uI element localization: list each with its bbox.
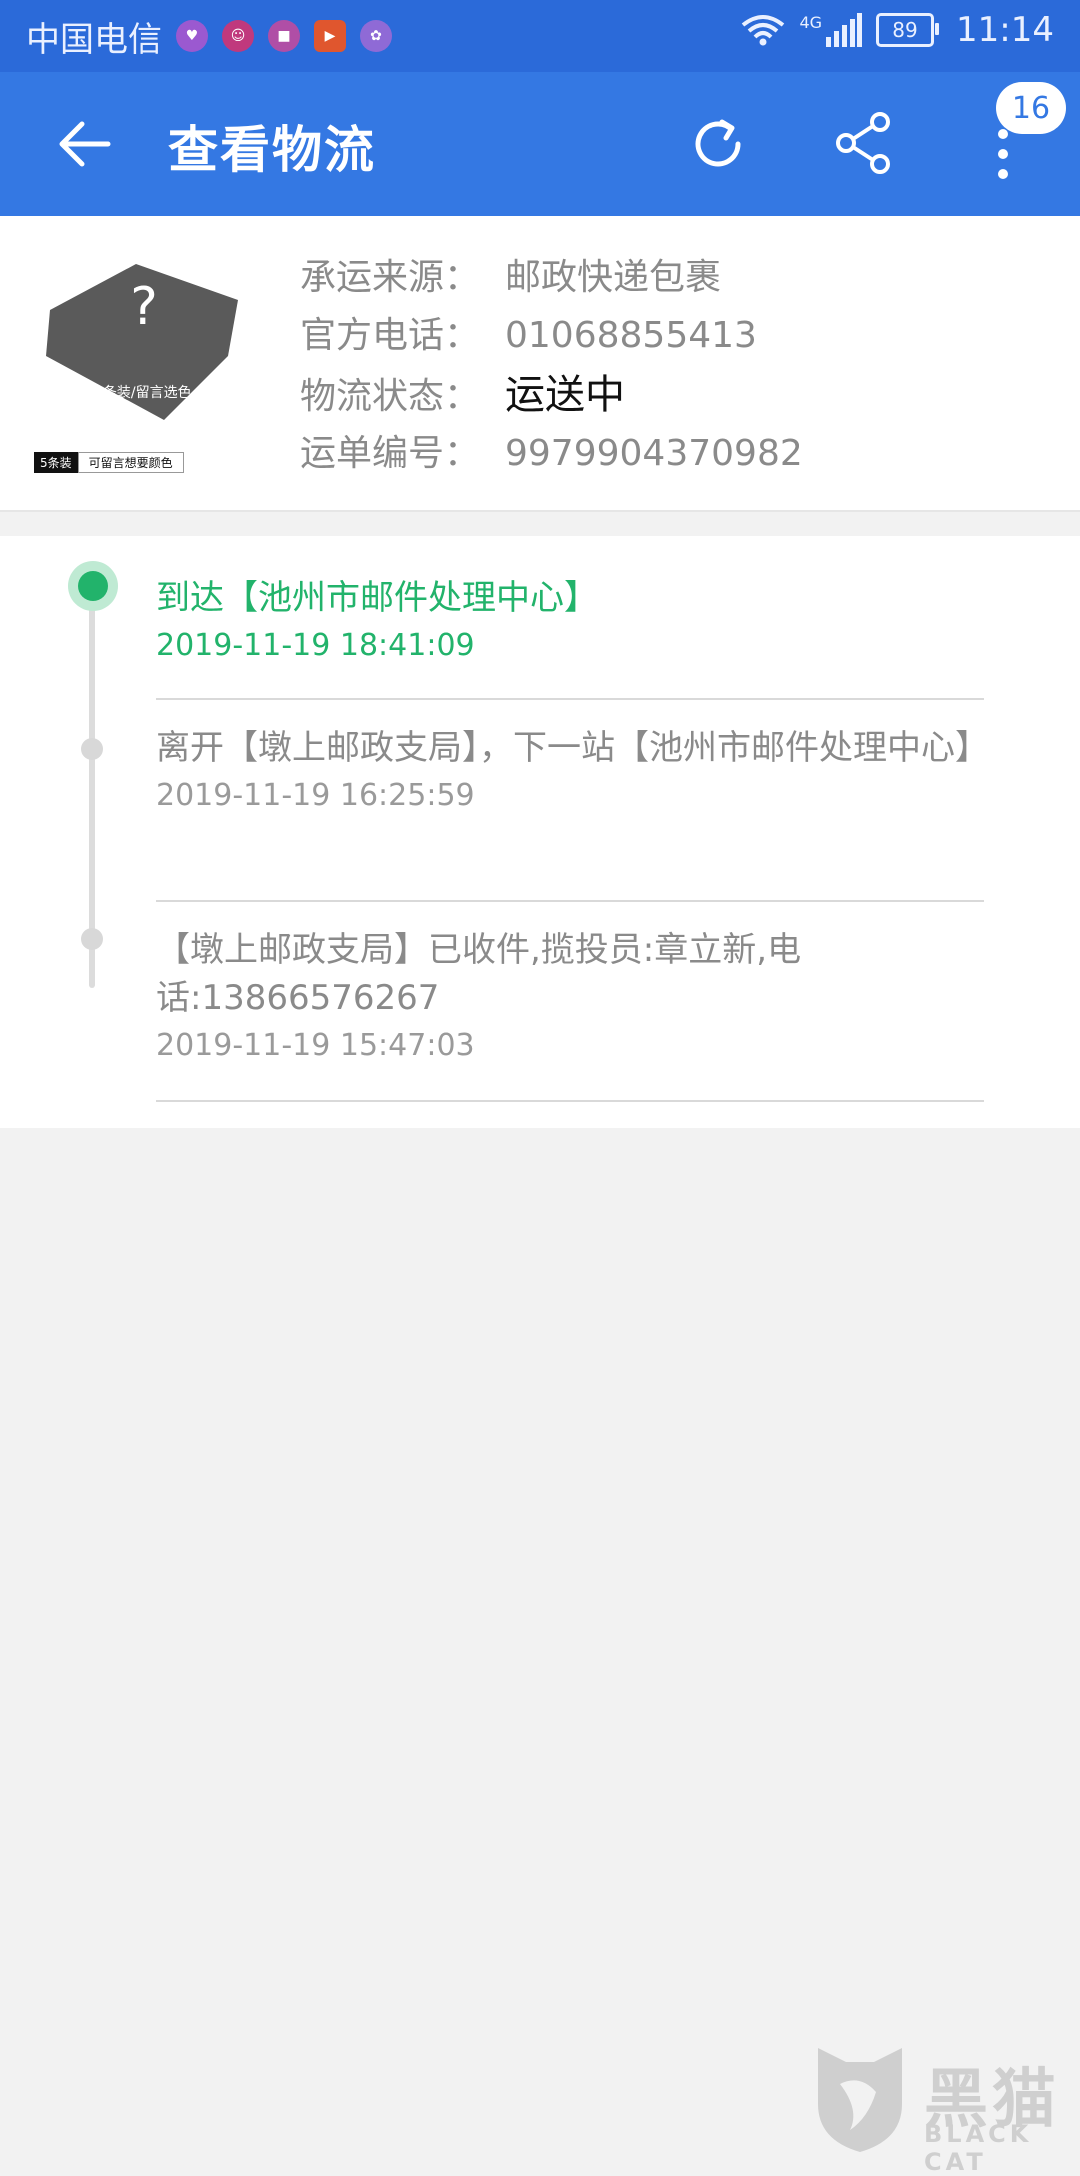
event-description: 【墩上邮政支局】已收件,揽投员:章立新,电话:13866576267 [156,930,802,1018]
event-time: 2019-11-19 15:47:03 [156,1028,475,1063]
event-divider [156,900,984,902]
app-icon-3: ■ [268,20,300,52]
notification-icons: ♥ ☺ ■ ▶ ✿ [176,20,392,52]
thumbnail-tag-left: 5条装 [34,452,78,473]
wifi-icon [742,15,785,46]
phone-row: 官方电话： 01068855413 [300,306,757,358]
status-value: 运送中 [505,372,625,418]
notification-badge[interactable]: 16 [996,82,1066,134]
app-icon-2: ☺ [222,20,254,52]
tracking-timeline: 到达【池州市邮件处理中心】 2019-11-19 18:41:09 离开【墩上邮… [0,536,1080,1128]
app-icon-5: ✿ [360,20,392,52]
tracking-event: 到达【池州市邮件处理中心】 2019-11-19 18:41:09 [156,574,984,663]
carrier-row: 承运来源： 邮政快递包裹 [300,248,721,300]
thumbnail-tag-right: 可留言想要颜色 [77,452,184,473]
product-thumbnail[interactable]: ? 5条装/留言选色 5条装 可留言想要颜色 [34,264,244,474]
blackcat-watermark: 黑猫 BLACK CAT [810,2044,1070,2176]
event-divider [156,1100,984,1102]
tracking-number-value[interactable]: 9979904370982 [505,433,803,474]
thumbnail-caption: 5条装/留言选色 [94,385,192,401]
thumbnail-tags: 5条装 可留言想要颜色 [34,452,184,473]
event-time: 2019-11-19 18:41:09 [156,628,475,663]
network-type: 4G [799,12,823,32]
carrier-value: 邮政快递包裹 [505,257,722,298]
event-time: 2019-11-19 16:25:59 [156,778,475,813]
battery-icon: 89 [876,13,940,47]
carrier-name: 中国电信 [26,20,162,60]
tracking-number-label: 运单编号： [300,433,481,474]
signal-icon [826,13,863,47]
share-icon[interactable] [832,110,896,176]
status-label: 物流状态： [300,376,481,417]
shipment-info-card: ? 5条装/留言选色 5条装 可留言想要颜色 承运来源： 邮政快递包裹 官方电话：… [0,216,1080,512]
more-options-icon[interactable] [994,128,1012,180]
cat-logo-icon [818,2048,902,2152]
status-row: 物流状态： 运送中 [300,362,625,420]
timeline-dot-current [78,571,108,601]
tracking-event: 离开【墩上邮政支局】，下一站【池州市邮件处理中心】 2019-11-19 16:… [156,724,989,813]
watermark-en: BLACK CAT [924,2120,1033,2176]
svg-text:?: ? [130,277,158,337]
tracking-event: 【墩上邮政支局】已收件,揽投员:章立新,电话:13866576267 2019-… [156,926,984,1063]
status-bar: 中国电信 ♥ ☺ ■ ▶ ✿ 4G 89 11:14 [0,0,1080,72]
tracking-number-row: 运单编号： 9979904370982 [300,424,803,476]
event-description: 离开【墩上邮政支局】，下一站【池州市邮件处理中心】 [156,728,989,768]
carrier-label: 承运来源： [300,257,481,298]
app-bar: 查看物流 16 [0,72,1080,216]
video-app-icon: ▶ [314,20,346,52]
phone-value[interactable]: 01068855413 [505,315,757,356]
event-divider [156,698,984,700]
phone-label: 官方电话： [300,315,481,356]
page-title: 查看物流 [168,121,376,179]
app-icon-1: ♥ [176,20,208,52]
back-arrow-icon[interactable] [56,112,112,176]
timeline-dot [81,928,103,950]
product-image-placeholder: ? [46,264,238,420]
status-right: 4G 89 11:14 [741,10,1054,50]
refresh-icon[interactable] [686,112,750,176]
timeline-dot [81,738,103,760]
event-description: 到达【池州市邮件处理中心】 [156,578,598,618]
clock: 11:14 [956,10,1054,50]
